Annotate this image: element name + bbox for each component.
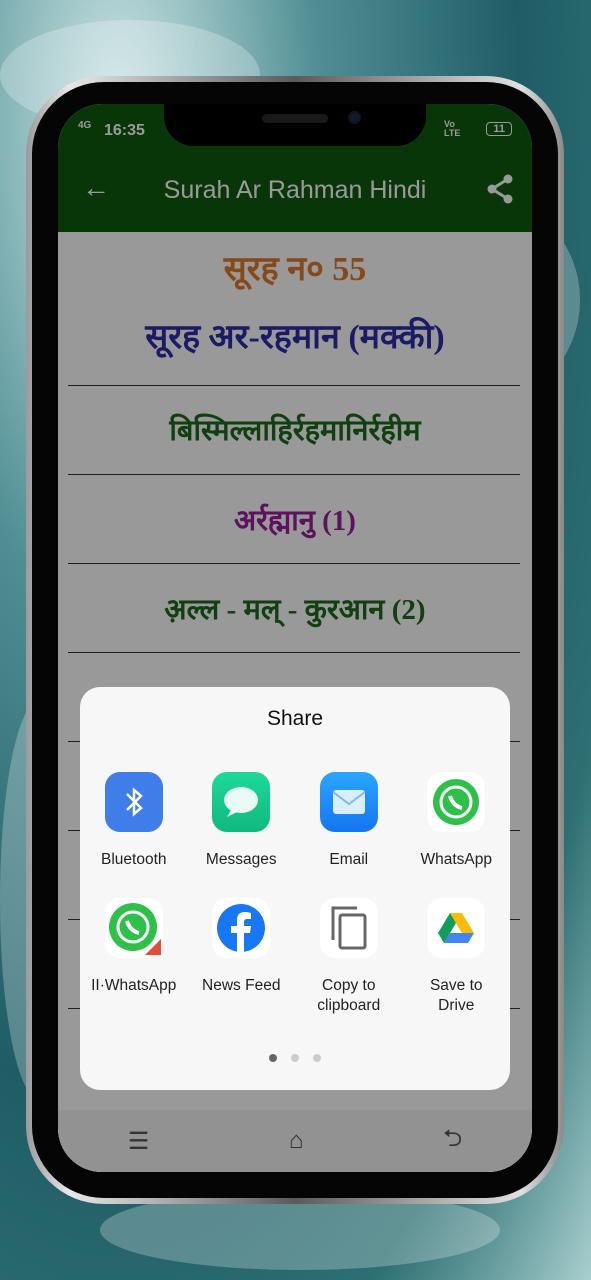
app-label: Save to Drive	[429, 977, 483, 1014]
home-icon[interactable]: ⌂	[289, 1127, 304, 1155]
share-messages[interactable]: Messages	[188, 772, 296, 870]
surah-name: सूरह अर-रहमान (मक्की)	[145, 319, 445, 356]
share-news-feed[interactable]: News Feed	[188, 898, 296, 1016]
share-title: Share	[266, 707, 324, 730]
email-icon	[319, 772, 378, 832]
messages-icon	[212, 772, 271, 832]
surah-number: सूरह न० 55	[223, 251, 367, 288]
app-label: WhatsApp	[420, 851, 492, 868]
app-bar: 4G 16:35 Vo LTE 11 ← Surah Ar Rahman Hin…	[58, 104, 532, 232]
google-drive-icon	[427, 898, 486, 958]
whatsapp-icon	[427, 772, 486, 832]
share-save-drive[interactable]: Save to Drive	[403, 898, 511, 1016]
page-dot[interactable]	[313, 1054, 321, 1062]
app-title: Surah Ar Rahman Hindi	[163, 176, 427, 204]
verse-line: अ़ल्ल - मल् - कुरआन (2)	[164, 594, 426, 626]
app-label: II·WhatsApp	[91, 977, 177, 994]
share-email[interactable]: Email	[295, 772, 403, 870]
camera-notch	[164, 104, 426, 146]
network-indicator: 4G	[78, 120, 92, 131]
volte-indicator: Vo LTE	[444, 119, 461, 138]
back-icon[interactable]: ⮌	[443, 1121, 462, 1162]
share-whatsapp[interactable]: WhatsApp	[403, 772, 511, 870]
navigation-bar: ☰ ⌂ ⮌	[58, 1110, 532, 1172]
verse-line: बिस्मिल्लाहिर्रहमानिर्रहीम	[169, 415, 421, 447]
divider	[68, 652, 520, 653]
phone-screen: सूरह न० 55 सूरह अर-रहमान (मक्की) बिस्मिल…	[58, 104, 532, 1172]
whatsapp-clone-icon	[104, 898, 163, 958]
divider	[68, 563, 520, 564]
divider	[68, 474, 520, 475]
clock: 16:35	[104, 122, 145, 139]
share-icon[interactable]	[486, 174, 514, 204]
facebook-icon	[212, 898, 271, 958]
app-label: Email	[329, 851, 369, 868]
share-copy-clipboard[interactable]: Copy to clipboard	[295, 898, 403, 1016]
copy-icon	[319, 898, 378, 958]
divider	[68, 385, 520, 386]
battery-indicator: 11	[486, 122, 512, 136]
verse-line: अर्रह्मानु (1)	[234, 505, 356, 537]
app-label: Bluetooth	[101, 851, 167, 868]
share-whatsapp-clone[interactable]: II·WhatsApp	[80, 898, 188, 1016]
share-bluetooth[interactable]: Bluetooth	[80, 772, 188, 870]
page-dot[interactable]	[291, 1054, 299, 1062]
app-label: Messages	[205, 851, 277, 868]
share-sheet: Share Bluetooth Messages Email WhatsApp …	[80, 687, 510, 1090]
bluetooth-icon	[104, 772, 163, 832]
page-dot[interactable]	[269, 1054, 277, 1062]
app-label: Copy to clipboard	[317, 977, 381, 1014]
app-label: News Feed	[202, 977, 281, 994]
page-indicator	[80, 1054, 510, 1062]
menu-icon[interactable]: ☰	[128, 1127, 150, 1156]
